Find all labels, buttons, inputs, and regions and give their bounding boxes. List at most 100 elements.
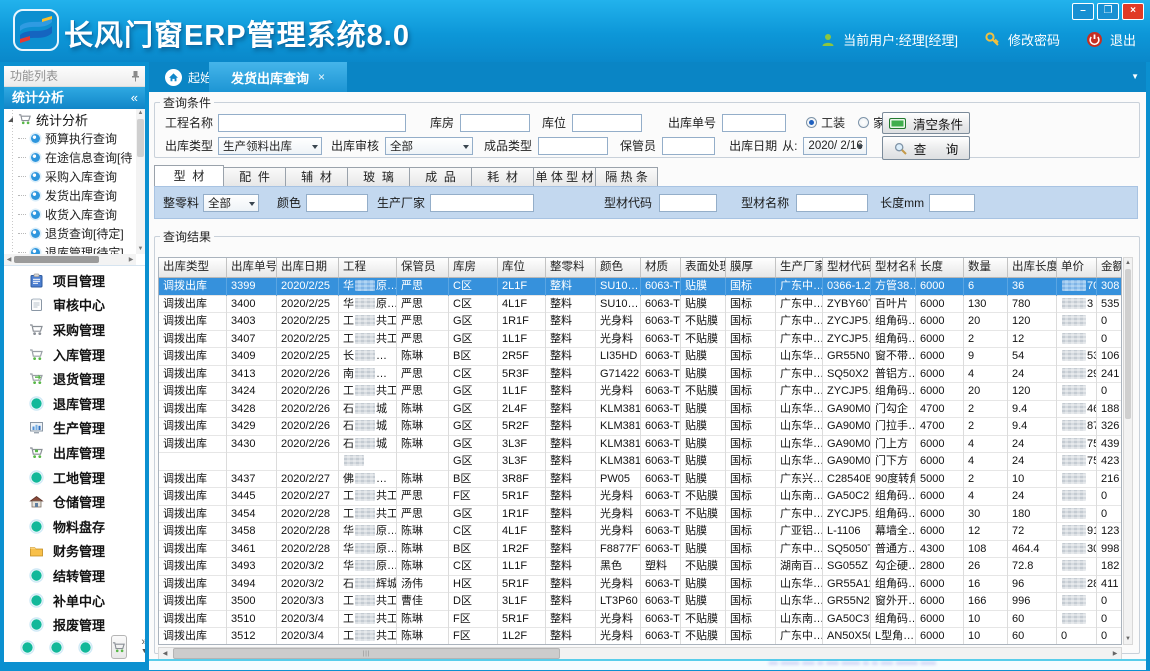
table-row[interactable]: 调拨出库34372020/2/27佛…陈琳B区3R8F整料PW056063-T5… xyxy=(159,471,1121,489)
column-header[interactable]: 金额 xyxy=(1097,258,1122,278)
tree-item[interactable]: 采购入库查询 xyxy=(4,167,136,186)
location-input[interactable] xyxy=(572,114,642,132)
tree-expander-icon[interactable] xyxy=(8,117,13,122)
column-header[interactable]: 整零料 xyxy=(546,258,596,278)
scroll-down-icon[interactable]: ▼ xyxy=(1124,634,1132,644)
tree-item[interactable]: 收货入库查询 xyxy=(4,205,136,224)
column-header[interactable]: 单价 xyxy=(1057,258,1097,278)
color-input[interactable] xyxy=(306,194,368,212)
table-row[interactable]: 调拨出库34452020/2/27工共工程严思F区5R1F整料光身料6063-T… xyxy=(159,488,1121,506)
material-tab[interactable]: 配 件 xyxy=(224,167,286,188)
column-header[interactable]: 材质 xyxy=(641,258,681,278)
tab-overflow-icon[interactable]: ▼ xyxy=(1131,72,1139,81)
table-row[interactable]: 调拨出库34292020/2/26石城陈琳G区5R2F整料KLM38176063… xyxy=(159,418,1121,436)
column-header[interactable]: 出库类型 xyxy=(159,258,227,278)
column-header[interactable]: 型材代码 xyxy=(823,258,871,278)
clear-conditions-button[interactable]: 清空条件 xyxy=(882,112,970,134)
table-row[interactable]: G区3L3F整料KLM38176063-T5贴膜国标山东华…GA90M09…门下… xyxy=(159,453,1121,471)
footer-cart-button[interactable] xyxy=(111,635,127,659)
table-row[interactable]: 调拨出库34932020/3/2华原…陈琳C区1L1F整料黑色塑料不贴膜国标湖南… xyxy=(159,558,1121,576)
material-tab[interactable]: 耗 材 xyxy=(472,167,534,188)
scroll-right-icon[interactable]: ▶ xyxy=(1109,650,1121,657)
table-row[interactable]: 调拨出库34032020/2/25工共工程严思G区1R1F整料光身料6063-T… xyxy=(159,313,1121,331)
sidebar-item-物料盘存[interactable]: 物料盘存 xyxy=(4,514,145,539)
material-tab[interactable]: 成 品 xyxy=(410,167,472,188)
column-header[interactable]: 库房 xyxy=(449,258,498,278)
scrollbar-thumb[interactable] xyxy=(1125,269,1131,419)
scroll-left-icon[interactable]: ◀ xyxy=(4,256,14,263)
tree-vertical-scrollbar[interactable]: ▲ ▼ xyxy=(136,109,145,254)
warehouse-input[interactable] xyxy=(460,114,530,132)
product-type-input[interactable] xyxy=(538,137,608,155)
sidebar-item-工地管理[interactable]: 工地管理 xyxy=(4,465,145,490)
material-tab[interactable]: 辅 材 xyxy=(286,167,348,188)
change-password-button[interactable]: 修改密码 xyxy=(1008,30,1060,49)
sidebar-item-结转管理[interactable]: 结转管理 xyxy=(4,563,145,588)
sidebar-item-退库管理[interactable]: 退库管理 xyxy=(4,391,145,416)
scroll-down-icon[interactable]: ▼ xyxy=(136,245,145,254)
column-header[interactable]: 生产厂家 xyxy=(776,258,823,278)
manufacturer-input[interactable] xyxy=(430,194,534,212)
table-row[interactable]: 调拨出库34092020/2/25长…陈琳B区2R5F整料LI35HD6063-… xyxy=(159,348,1121,366)
sidebar-item-补单中心[interactable]: 补单中心 xyxy=(4,588,145,613)
table-row[interactable]: 调拨出库34132020/2/26南…严思C区5R3F整料G714226063-… xyxy=(159,366,1121,384)
scrollbar-thumb[interactable] xyxy=(137,119,144,157)
outbound-type-select[interactable]: 生产领料出库 xyxy=(218,137,322,155)
scroll-up-icon[interactable]: ▲ xyxy=(1124,258,1132,268)
outbound-no-input[interactable] xyxy=(722,114,786,132)
column-header[interactable]: 出库长度 xyxy=(1008,258,1057,278)
tree-item[interactable]: 在途信息查询[待 xyxy=(4,148,136,167)
tree-item[interactable]: 退库管理[待定] xyxy=(4,243,136,254)
sidebar-item-采购管理[interactable]: 采购管理 xyxy=(4,317,145,342)
table-row[interactable]: 调拨出库35122020/3/4工共工程陈琳F区1L2F整料光身料6063-T5… xyxy=(159,628,1121,645)
material-tab[interactable]: 玻 璃 xyxy=(348,167,410,188)
tree-horizontal-scrollbar[interactable]: ◀ ▶ xyxy=(4,254,136,265)
sidebar-item-财务管理[interactable]: 财务管理 xyxy=(4,539,145,564)
scroll-up-icon[interactable]: ▲ xyxy=(136,109,145,118)
table-row[interactable]: 调拨出库34542020/2/28工共工程严思G区1R1F整料光身料6063-T… xyxy=(159,506,1121,524)
column-header[interactable]: 表面处理 xyxy=(681,258,726,278)
material-tab[interactable]: 型 材 xyxy=(154,165,224,188)
scroll-left-icon[interactable]: ◀ xyxy=(159,650,171,657)
table-row[interactable]: 调拨出库34072020/2/25工共工程严思G区1L1F整料光身料6063-T… xyxy=(159,331,1121,349)
column-header[interactable]: 数量 xyxy=(964,258,1008,278)
scroll-right-icon[interactable]: ▶ xyxy=(126,256,136,263)
tree-root-statistics[interactable]: 统计分析 xyxy=(4,109,136,129)
sidebar-item-项目管理[interactable]: 项目管理 xyxy=(4,268,145,293)
material-tab[interactable]: 单 体 型 材 xyxy=(534,167,596,188)
length-input[interactable] xyxy=(929,194,975,212)
table-row[interactable]: 调拨出库34302020/2/26石城陈琳G区3L3F整料KLM38176063… xyxy=(159,436,1121,454)
tree-item[interactable]: 预算执行查询 xyxy=(4,129,136,148)
table-row[interactable]: 调拨出库35002020/3/3工共工程曹佳D区3L1F整料LT3P606063… xyxy=(159,593,1121,611)
table-row[interactable]: 调拨出库34002020/2/25华原…严思C区4L1F整料SU10…6063-… xyxy=(159,296,1121,314)
tree-item[interactable]: 退货查询[待定] xyxy=(4,224,136,243)
sidebar-item-退货管理[interactable]: 退货管理 xyxy=(4,366,145,391)
table-row[interactable]: 调拨出库34242020/2/26工共工程严思G区1L1F整料光身料6063-T… xyxy=(159,383,1121,401)
outbound-audit-select[interactable]: 全部 xyxy=(385,137,473,155)
sidebar-item-审核中心[interactable]: 审核中心 xyxy=(4,293,145,318)
table-row[interactable]: 调拨出库34942020/3/2石辉城汤伟H区5R1F整料光身料6063-T5贴… xyxy=(159,576,1121,594)
column-header[interactable]: 型材名称 xyxy=(871,258,916,278)
profile-name-input[interactable] xyxy=(796,194,868,212)
column-header[interactable]: 颜色 xyxy=(596,258,641,278)
scrollbar-thumb[interactable]: ||| xyxy=(173,648,560,659)
sidebar-item-仓储管理[interactable]: 仓储管理 xyxy=(4,489,145,514)
sidebar-item-入库管理[interactable]: 入库管理 xyxy=(4,342,145,367)
table-row[interactable]: 调拨出库35102020/3/4工共工程陈琳F区5R1F整料光身料6063-T5… xyxy=(159,611,1121,629)
grid-vertical-scrollbar[interactable]: ▲ ▼ xyxy=(1123,257,1133,645)
table-row[interactable]: 调拨出库34582020/2/28华原…陈琳C区4L1F整料光身料6063-T5… xyxy=(159,523,1121,541)
keeper-input[interactable] xyxy=(662,137,715,155)
scrollbar-thumb[interactable] xyxy=(14,256,99,263)
tab-close-icon[interactable]: × xyxy=(318,70,325,84)
logout-button[interactable]: 退出 xyxy=(1110,30,1136,49)
search-button[interactable]: 查 询 xyxy=(882,136,970,160)
radio-gongzhuang[interactable] xyxy=(806,117,817,128)
sidebar-item-报废管理[interactable]: 报废管理 xyxy=(4,612,145,637)
table-row[interactable]: 调拨出库33992020/2/25华原…严思C区2L1F整料SU10…6063-… xyxy=(159,278,1121,296)
date-from-select[interactable]: 2020/ 2/16 xyxy=(803,137,867,155)
radio-jiazhuang[interactable] xyxy=(858,117,869,128)
column-header[interactable]: 膜厚 xyxy=(726,258,776,278)
project-name-input[interactable] xyxy=(218,114,406,132)
profile-code-input[interactable] xyxy=(659,194,717,212)
column-header[interactable]: 工程 xyxy=(339,258,397,278)
